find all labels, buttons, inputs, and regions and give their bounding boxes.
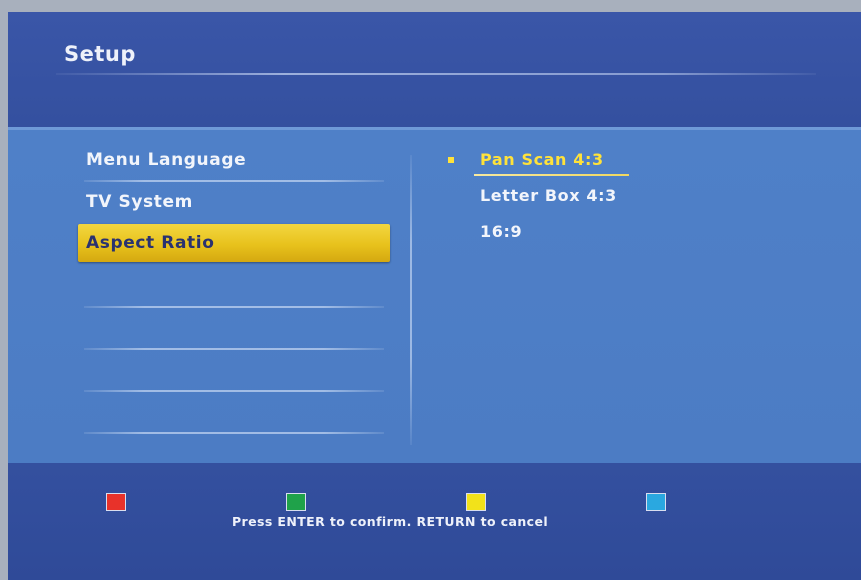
menu-item-menu-language[interactable]: Menu Language — [78, 141, 390, 177]
setup-screen: Setup Menu Language TV System Aspect Rat… — [8, 12, 861, 580]
green-key-icon[interactable] — [286, 493, 306, 511]
footer: Press ENTER to confirm. RETURN to cancel — [8, 463, 861, 580]
menu-item-label: Aspect Ratio — [86, 233, 215, 253]
footer-hint: Press ENTER to confirm. RETURN to cancel — [232, 514, 549, 529]
menu-item-aspect-ratio[interactable]: Aspect Ratio — [78, 224, 390, 262]
option-underline — [474, 174, 629, 176]
option-16-9[interactable]: 16:9 — [480, 222, 522, 241]
menu-divider — [84, 390, 384, 392]
main-panel: Menu Language TV System Aspect Ratio Pan… — [8, 127, 861, 469]
tv-frame: Setup Menu Language TV System Aspect Rat… — [0, 0, 861, 580]
blue-key-icon[interactable] — [646, 493, 666, 511]
option-letter-box[interactable]: Letter Box 4:3 — [480, 186, 617, 205]
title-divider — [56, 73, 816, 75]
red-key-icon[interactable] — [106, 493, 126, 511]
menu-item-tv-system[interactable]: TV System — [78, 183, 390, 219]
menu-divider — [84, 432, 384, 434]
selected-bullet-icon — [448, 157, 454, 163]
menu-divider — [84, 348, 384, 350]
header: Setup — [8, 12, 861, 127]
column-divider — [410, 155, 412, 445]
menu-divider — [84, 180, 384, 182]
menu-divider — [84, 306, 384, 308]
menu-item-label: TV System — [86, 192, 193, 212]
option-pan-scan[interactable]: Pan Scan 4:3 — [480, 150, 604, 169]
page-title: Setup — [64, 42, 136, 66]
menu-item-label: Menu Language — [86, 150, 247, 170]
yellow-key-icon[interactable] — [466, 493, 486, 511]
